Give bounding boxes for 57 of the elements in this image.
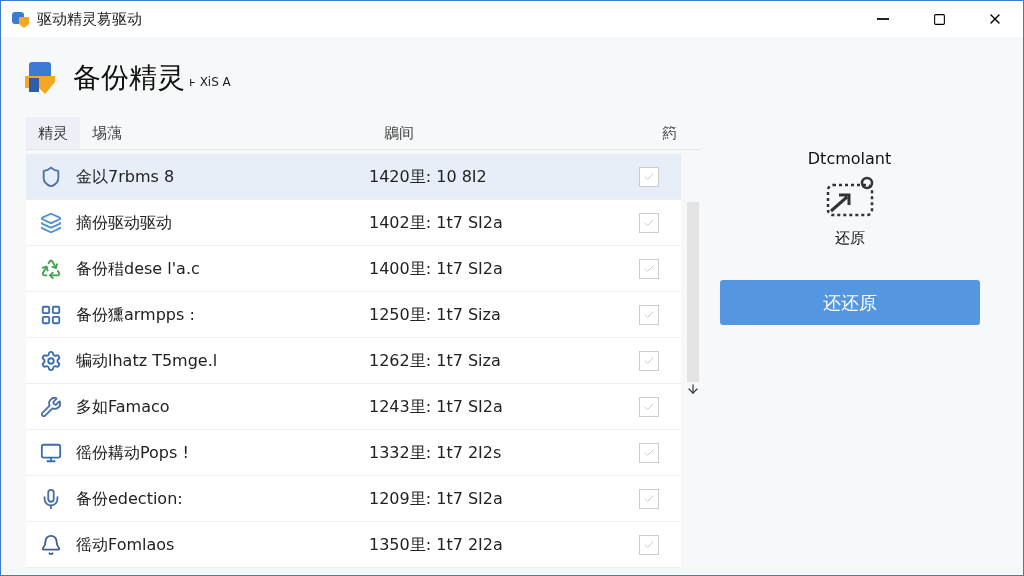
- file-name: 摘份驱动驱动: [76, 211, 173, 234]
- tab[interactable]: 精灵: [26, 117, 80, 149]
- gear-icon: [40, 349, 62, 372]
- checkbox[interactable]: [639, 166, 659, 187]
- file-name: 金以7rbms 8: [76, 165, 176, 188]
- table-row[interactable]: 多如Famaco 1243里: 1t7 SI2a: [26, 384, 681, 430]
- grid-icon: [40, 303, 62, 326]
- table-row[interactable]: 徭动Fomlaos 1350里: 1t7 2I2a: [26, 522, 681, 568]
- checkbox[interactable]: [639, 258, 659, 279]
- table-row[interactable]: 金以7rbms 8 1420里: 10 8I2: [26, 154, 681, 200]
- app-logo-icon: [11, 9, 31, 29]
- tab[interactable]: 埸蕅: [80, 117, 134, 149]
- backup-time: 1420里: 10 8I2: [369, 165, 488, 188]
- restore-icon: [824, 175, 875, 219]
- bell-icon: [40, 533, 62, 556]
- checkbox[interactable]: [639, 304, 659, 325]
- table-row[interactable]: 备份獯armpps : 1250里: 1t7 Siza: [26, 292, 681, 338]
- shield-icon: [40, 165, 62, 188]
- file-name: 犏动lhatz T5mge.l: [76, 349, 219, 372]
- column-header: 箹: [662, 123, 677, 144]
- minimize-icon: [877, 18, 889, 20]
- backup-time: 1350里: 1t7 2I2a: [369, 533, 504, 556]
- window-title: 驱动精灵䓪驱动: [37, 8, 142, 30]
- app-title: 备份精灵: [73, 60, 185, 96]
- table-row[interactable]: 徭份耩动Pops ! 1332里: 1t7 2I2s: [26, 430, 681, 476]
- backup-time: 1262里: 1t7 Siza: [369, 349, 502, 372]
- file-name: 备份獯armpps :: [76, 303, 196, 326]
- checkbox[interactable]: [639, 534, 659, 555]
- column-header: 鶋间: [384, 123, 415, 144]
- panel-heading: Dtcmolant: [807, 148, 892, 170]
- backup-time: 1243里: 1t7 SI2a: [369, 395, 504, 418]
- backup-time: 1250里: 1t7 Siza: [369, 303, 502, 326]
- backup-time: 1209里: 1t7 SI2a: [369, 487, 504, 510]
- checkbox[interactable]: [639, 350, 659, 371]
- checkbox[interactable]: [639, 212, 659, 233]
- backup-time: 1332里: 1t7 2I2s: [369, 441, 503, 464]
- table-row[interactable]: 备份稓dese l'a.c 1400里: 1t7 SI2a: [26, 246, 681, 292]
- checkbox[interactable]: [639, 396, 659, 417]
- recycle-icon: [40, 257, 62, 280]
- app-subtitle: ͱ XiS A: [189, 74, 231, 91]
- restore-label: 还原: [834, 228, 865, 249]
- table-row[interactable]: 犏动lhatz T5mge.l 1262里: 1t7 Siza: [26, 338, 681, 384]
- layers-icon: [40, 211, 62, 234]
- monitor-icon: [40, 441, 62, 464]
- file-name: 备份稓dese l'a.c: [76, 257, 201, 280]
- wrench-icon: [40, 395, 62, 418]
- file-name: 多如Famaco: [76, 395, 171, 418]
- backup-time: 1400里: 1t7 SI2a: [369, 257, 504, 280]
- checkbox[interactable]: [639, 442, 659, 463]
- maximize-icon: [932, 12, 946, 26]
- file-name: 徭份耩动Pops !: [76, 441, 190, 464]
- file-name: 徭动Fomlaos: [76, 533, 176, 556]
- file-name: 备份edection:: [76, 487, 184, 510]
- table-row[interactable]: 摘份驱动驱动 1402里: 1t7 SI2a: [26, 200, 681, 246]
- backup-time: 1402里: 1t7 SI2a: [369, 211, 504, 234]
- table-row[interactable]: 备份edection: 1209里: 1t7 SI2a: [26, 476, 681, 522]
- checkbox[interactable]: [639, 488, 659, 509]
